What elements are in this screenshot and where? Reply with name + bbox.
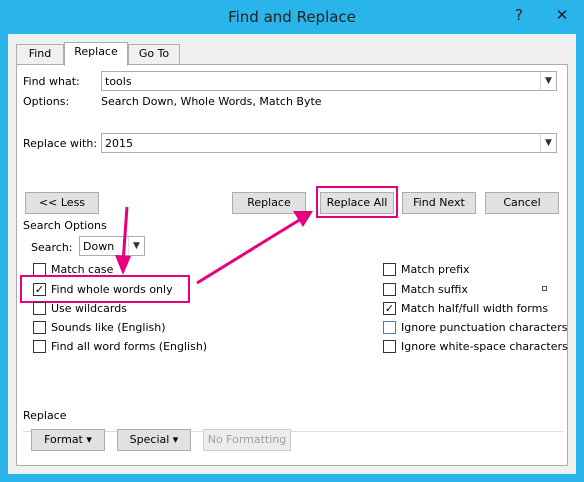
arrow-shaft-right [196,217,302,285]
special-button[interactable]: Special ▾ [117,429,191,451]
window-title: Find and Replace [228,8,356,26]
help-button[interactable]: ? [505,4,533,26]
arrow-head-down [115,255,131,275]
replace-section-heading: Replace [23,409,67,422]
annotation-arrows [115,206,313,285]
dialog-client: Find Replace Go To Find what: tools ▼ Op… [8,34,576,474]
arrow-shaft-down [121,206,129,264]
find-replace-window: Find and Replace ? ✕ Find Replace Go To … [0,0,584,482]
no-formatting-button[interactable]: No Formatting [203,429,291,451]
replace-panel: Find what: tools ▼ Options: Search Down,… [16,64,568,466]
tab-replace[interactable]: Replace [64,42,128,66]
title-bar[interactable]: Find and Replace ? ✕ [0,0,584,34]
arrow-head-right [293,211,313,227]
close-button[interactable]: ✕ [545,4,579,26]
tab-go-to[interactable]: Go To [128,44,180,64]
tab-find[interactable]: Find [16,44,64,64]
format-button[interactable]: Format ▾ [31,429,105,451]
